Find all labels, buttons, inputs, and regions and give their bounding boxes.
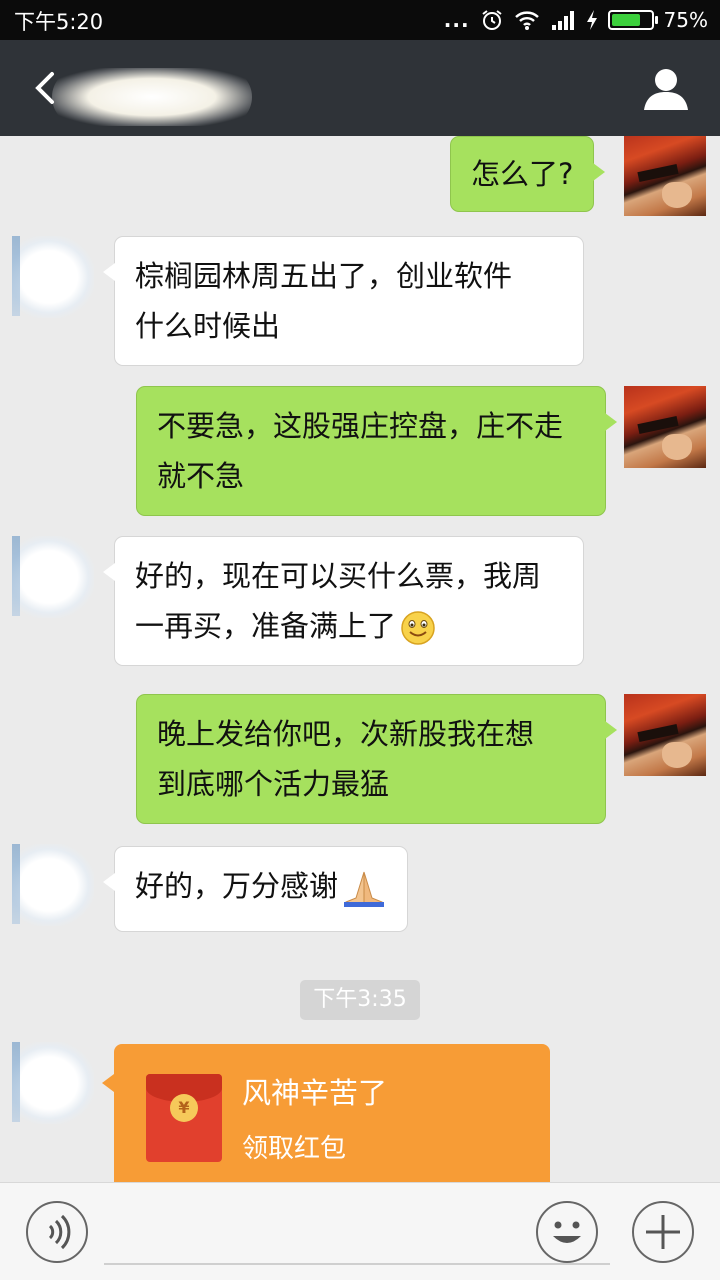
plus-icon — [646, 1215, 680, 1249]
message-bubble-received[interactable]: 棕榈园林周五出了，创业软件 什么时候出 — [103, 236, 584, 366]
message-text: 好的，万分感谢 — [135, 869, 339, 903]
message-line: 到底哪个活力最猛 — [157, 767, 390, 801]
emoji-icon — [553, 1221, 581, 1243]
battery-percent: 75% — [663, 8, 708, 32]
smile-emoji — [401, 611, 435, 645]
message-text: 怎么了? — [471, 157, 574, 191]
contact-avatar[interactable] — [12, 844, 94, 926]
voice-button[interactable] — [26, 1201, 88, 1263]
message-line: 一再买，准备满上了 — [135, 609, 397, 643]
emoji-button[interactable] — [536, 1201, 598, 1263]
red-packet-subtitle: 领取红包 — [242, 1134, 347, 1164]
status-time: 下午5:20 — [14, 10, 104, 34]
chat-title-bar — [0, 40, 720, 136]
my-avatar[interactable] — [624, 136, 706, 216]
status-icons: ... 75% — [444, 6, 708, 34]
message-bubble-sent[interactable]: 怎么了? — [450, 136, 606, 212]
charging-icon — [586, 10, 597, 30]
message-line: 晚上发给你吧，次新股我在想 — [157, 717, 535, 751]
message-line: 什么时候出 — [135, 309, 281, 343]
praying-hands-emoji — [344, 871, 385, 907]
battery-icon — [607, 10, 658, 30]
notification-dots: ... — [443, 8, 470, 32]
message-bubble-received[interactable]: 好的，现在可以买什么票，我周 一再买，准备满上了 — [103, 536, 584, 666]
timestamp: 下午3:35 — [300, 980, 420, 1020]
message-bubble-sent[interactable]: 晚上发给你吧，次新股我在想 到底哪个活力最猛 — [136, 694, 617, 824]
message-bubble-received[interactable]: 好的，万分感谢 — [103, 846, 408, 932]
red-packet-title: 风神辛苦了 — [242, 1076, 388, 1110]
contact-name-obscured — [52, 68, 252, 126]
input-bar — [0, 1182, 720, 1280]
contact-avatar[interactable] — [12, 1042, 94, 1124]
voice-icon — [48, 1214, 71, 1250]
message-line: 就不急 — [157, 459, 245, 493]
more-button[interactable] — [632, 1201, 694, 1263]
wifi-icon — [514, 11, 539, 30]
person-icon[interactable] — [642, 66, 690, 112]
message-line-with-emoji: 一再买，准备满上了 — [135, 601, 563, 651]
signal-icon — [551, 11, 574, 30]
message-input[interactable] — [104, 1263, 610, 1265]
message-list[interactable]: 怎么了? 棕榈园林周五出了，创业软件 什么时候出 不要急，这股强庄控盘，庄不走 … — [0, 136, 720, 1182]
battery-level — [611, 14, 641, 26]
red-packet-message[interactable]: ¥ 风神辛苦了 领取红包 — [102, 1044, 550, 1182]
message-line: 好的，现在可以买什么票，我周 — [135, 559, 542, 593]
contact-avatar[interactable] — [12, 536, 94, 618]
contact-avatar[interactable] — [12, 236, 94, 318]
status-bar: 下午5:20 ... 75% — [0, 0, 720, 40]
message-bubble-sent[interactable]: 不要急，这股强庄控盘，庄不走 就不急 — [136, 386, 617, 516]
my-avatar[interactable] — [624, 386, 706, 468]
message-line: 棕榈园林周五出了，创业软件 — [135, 259, 513, 293]
alarm-icon — [481, 10, 502, 30]
message-line: 不要急，这股强庄控盘，庄不走 — [157, 409, 564, 443]
coin-icon: ¥ — [170, 1094, 198, 1122]
my-avatar[interactable] — [624, 694, 706, 776]
red-envelope-icon: ¥ — [146, 1074, 222, 1162]
